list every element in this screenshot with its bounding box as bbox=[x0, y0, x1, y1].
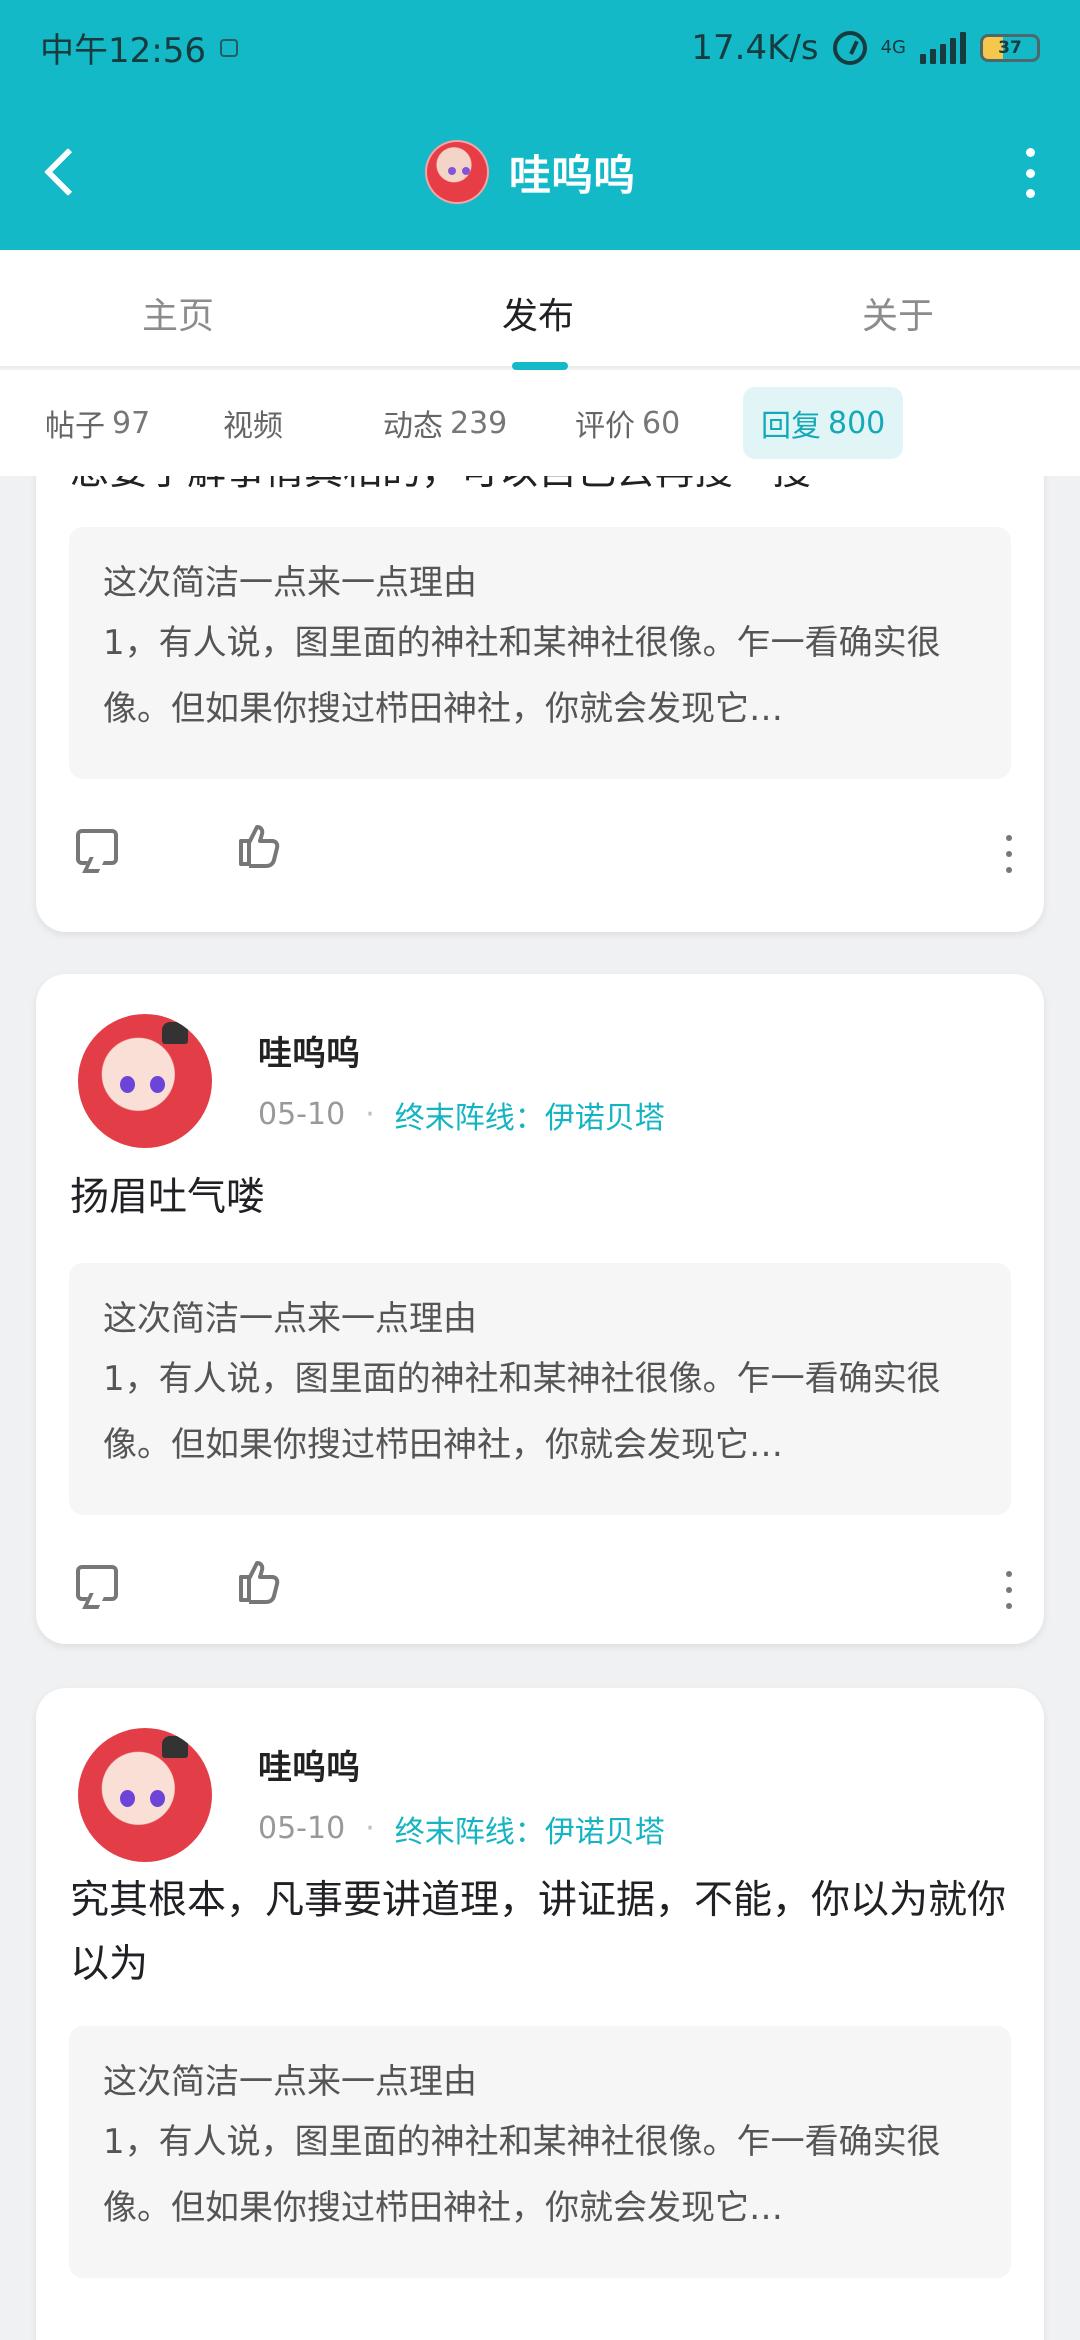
quoted-excerpt: 1，有人说，图里面的神社和某神社很像。乍一看确实很像。但如果你搜过栉田神社，你就… bbox=[103, 2122, 941, 2228]
status-bar: 中午12:56 17.4K/s 4G 37 bbox=[0, 0, 1080, 95]
avatar[interactable] bbox=[78, 1014, 212, 1148]
subtab-count: 97 bbox=[112, 405, 151, 441]
profile-tabs: 主页 发布 关于 bbox=[0, 250, 1080, 370]
status-left: 中午12:56 bbox=[40, 23, 238, 72]
reply-card[interactable]: 想要了解事情真相的，可以自己去再搜一搜 这次简洁一点来一点理由 1，有人说，图里… bbox=[36, 476, 1044, 932]
subtab-label: 评价 bbox=[575, 409, 635, 444]
page-title: 哇呜呜 bbox=[509, 150, 636, 200]
card-more-icon[interactable] bbox=[1002, 835, 1016, 873]
subtab-posts[interactable]: 帖子 97 bbox=[45, 387, 223, 459]
reply-text: 想要了解事情真相的，可以自己去再搜一搜 bbox=[70, 476, 1010, 504]
status-right: 17.4K/s 4G 37 bbox=[691, 28, 1040, 68]
subtab-count: 60 bbox=[642, 405, 681, 441]
quoted-title: 这次简洁一点来一点理由 bbox=[103, 563, 477, 603]
subtab-label: 视频 bbox=[223, 409, 283, 444]
reply-feed[interactable]: 想要了解事情真相的，可以自己去再搜一搜 这次简洁一点来一点理由 1，有人说，图里… bbox=[0, 476, 1080, 2340]
reply-text: 扬眉吐气喽 bbox=[70, 1175, 266, 1220]
post-date: 05-10 bbox=[258, 1811, 346, 1846]
reply-card[interactable]: 哇呜呜 05-10 · 终末阵线：伊诺贝塔 扬眉吐气喽 这次简洁一点来一点理由 … bbox=[36, 974, 1044, 1644]
subtab-videos[interactable]: 视频 bbox=[223, 387, 383, 459]
separator: · bbox=[365, 1811, 375, 1846]
post-date: 05-10 bbox=[258, 1097, 346, 1132]
content-filter-tabs: 帖子 97 视频 动态 239 评价 60 回复 800 bbox=[0, 370, 1080, 476]
username[interactable]: 哇呜呜 bbox=[258, 1740, 665, 1789]
profile-title: 哇呜呜 bbox=[425, 140, 635, 204]
card-actions bbox=[76, 1557, 1016, 1617]
card-actions bbox=[76, 821, 1016, 881]
comment-icon[interactable] bbox=[76, 1565, 118, 1601]
subtab-count: 239 bbox=[450, 405, 508, 441]
reply-card[interactable]: 哇呜呜 05-10 · 终末阵线：伊诺贝塔 究其根本，凡事要讲道理，讲证据，不能… bbox=[36, 1688, 1044, 2340]
tab-about[interactable]: 关于 bbox=[862, 287, 934, 339]
network-speed: 17.4K/s bbox=[691, 27, 819, 68]
battery-icon: 37 bbox=[980, 33, 1040, 62]
quoted-title: 这次简洁一点来一点理由 bbox=[103, 2062, 477, 2102]
subtab-count: 800 bbox=[828, 405, 886, 441]
quoted-excerpt: 1，有人说，图里面的神社和某神社很像。乍一看确实很像。但如果你搜过栉田神社，你就… bbox=[103, 1359, 941, 1465]
author-meta: 哇呜呜 05-10 · 终末阵线：伊诺贝塔 bbox=[258, 1740, 665, 1851]
subtab-label: 帖子 bbox=[45, 409, 105, 444]
subtab-label: 回复 bbox=[761, 409, 821, 444]
more-options-icon[interactable] bbox=[1015, 148, 1045, 198]
alarm-icon bbox=[832, 30, 867, 65]
status-time: 中午12:56 bbox=[40, 31, 206, 71]
card-more-icon[interactable] bbox=[1002, 1571, 1016, 1609]
quoted-excerpt: 1，有人说，图里面的神社和某神社很像。乍一看确实很像。但如果你搜过栉田神社，你就… bbox=[103, 623, 941, 729]
reply-text: 究其根本，凡事要讲道理，讲证据，不能，你以为就你以为 bbox=[70, 1878, 1007, 1987]
like-icon[interactable] bbox=[234, 1557, 282, 1605]
author-row: 哇呜呜 05-10 · 终末阵线：伊诺贝塔 bbox=[78, 1014, 665, 1148]
tab-home[interactable]: 主页 bbox=[142, 287, 214, 339]
author-meta: 哇呜呜 05-10 · 终末阵线：伊诺贝塔 bbox=[258, 1026, 665, 1137]
comment-icon[interactable] bbox=[76, 829, 118, 865]
game-link[interactable]: 终末阵线：伊诺贝塔 bbox=[395, 1807, 665, 1851]
navigation-bar: 哇呜呜 bbox=[0, 120, 1080, 225]
subtab-label: 动态 bbox=[383, 409, 443, 444]
like-icon[interactable] bbox=[234, 821, 282, 869]
top-app-bar: 中午12:56 17.4K/s 4G 37 哇呜呜 bbox=[0, 0, 1080, 250]
avatar[interactable] bbox=[425, 140, 489, 204]
battery-percentage: 37 bbox=[998, 37, 1022, 58]
quoted-post[interactable]: 这次简洁一点来一点理由 1，有人说，图里面的神社和某神社很像。乍一看确实很像。但… bbox=[69, 527, 1011, 779]
author-row: 哇呜呜 05-10 · 终末阵线：伊诺贝塔 bbox=[78, 1728, 665, 1862]
subtab-reviews[interactable]: 评价 60 bbox=[575, 387, 743, 459]
post-meta: 05-10 · 终末阵线：伊诺贝塔 bbox=[258, 1807, 665, 1851]
tab-posted[interactable]: 发布 bbox=[502, 287, 574, 339]
username[interactable]: 哇呜呜 bbox=[258, 1026, 665, 1075]
quoted-title: 这次简洁一点来一点理由 bbox=[103, 1299, 477, 1339]
subtab-replies[interactable]: 回复 800 bbox=[743, 387, 904, 459]
post-meta: 05-10 · 终末阵线：伊诺贝塔 bbox=[258, 1093, 665, 1137]
quoted-post[interactable]: 这次简洁一点来一点理由 1，有人说，图里面的神社和某神社很像。乍一看确实很像。但… bbox=[69, 2026, 1011, 2278]
separator: · bbox=[365, 1097, 375, 1132]
avatar[interactable] bbox=[78, 1728, 212, 1862]
quoted-post[interactable]: 这次简洁一点来一点理由 1，有人说，图里面的神社和某神社很像。乍一看确实很像。但… bbox=[69, 1263, 1011, 1515]
signal-icon bbox=[920, 31, 966, 64]
back-icon[interactable] bbox=[35, 140, 95, 200]
notification-icon bbox=[219, 38, 238, 57]
game-link[interactable]: 终末阵线：伊诺贝塔 bbox=[395, 1093, 665, 1137]
active-tab-indicator bbox=[512, 362, 568, 370]
network-type: 4G bbox=[880, 36, 906, 58]
subtab-activities[interactable]: 动态 239 bbox=[383, 387, 575, 459]
